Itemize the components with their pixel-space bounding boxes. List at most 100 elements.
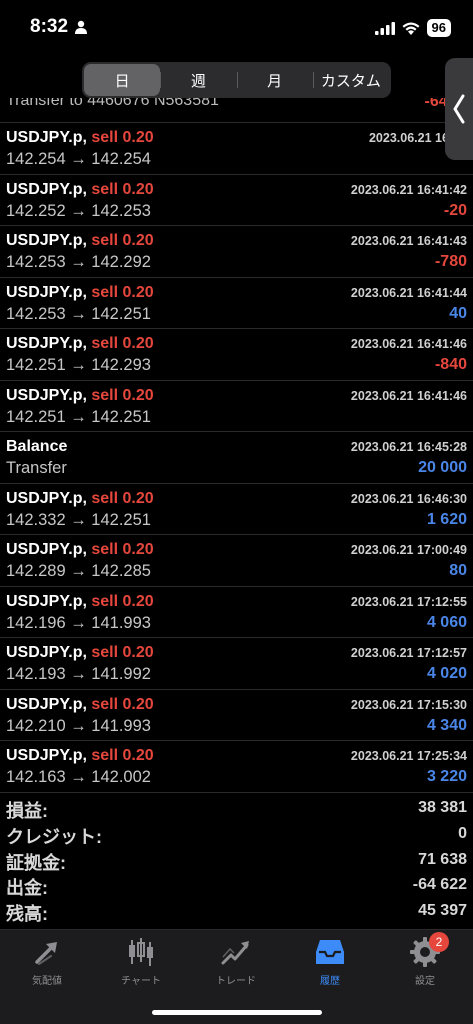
- status-time: 8:32: [30, 16, 69, 37]
- chevron-left-icon: [453, 94, 465, 124]
- row-prices: 142.289 → 142.285: [6, 562, 151, 580]
- trade-side: sell 0.20: [91, 489, 154, 507]
- trade-side: sell 0.20: [91, 335, 154, 352]
- trade-side: sell 0.20: [91, 129, 154, 146]
- list-item[interactable]: Balance 2023.06.21 16:45:28 Transfer 20 00…: [0, 432, 473, 484]
- row-symbol: USDJPY.p, sell 0.20: [6, 232, 154, 250]
- summary-balance: 残高: 45 397: [0, 899, 473, 925]
- symbol-label: USDJPY.p,: [6, 695, 87, 713]
- summary-credit: クレジット: 0: [0, 822, 473, 848]
- side-panel-toggle[interactable]: [445, 58, 473, 160]
- period-selector: 日 週 月 カスタム: [82, 62, 391, 98]
- trade-side: sell 0.20: [91, 180, 154, 198]
- account-summary: 損益: 38 381 クレジット: 0 証拠金: 71 638 出金: -64 …: [0, 796, 473, 925]
- row-timestamp: 2023.06.21 17:12:57: [350, 646, 467, 660]
- tab-week[interactable]: 週: [160, 64, 236, 96]
- tab-settings[interactable]: 2 設定: [378, 932, 472, 994]
- bottom-tab-bar: 気配値 チャート トレード 履歴 2 設定: [0, 929, 473, 1024]
- summary-profit: 損益: 38 381: [0, 796, 473, 822]
- symbol-label: USDJPY.p,: [6, 541, 87, 558]
- summary-withdrawal: 出金: -64 622: [0, 873, 473, 899]
- tab-quotes[interactable]: 気配値: [0, 936, 94, 994]
- tab-custom[interactable]: カスタム: [312, 64, 389, 96]
- tab-label: 履歴: [320, 976, 340, 987]
- list-item[interactable]: USDJPY.p, sell 0.20 2023.06.21 16:41:42 14…: [0, 175, 473, 226]
- summary-value: 45 397: [418, 902, 467, 920]
- list-item[interactable]: USDJPY.p, sell 0.20 2023.06.21 17:00:49 14…: [0, 535, 473, 587]
- list-item[interactable]: USDJPY.p, sell 0.20 2023.06.21 17:12:57 14…: [0, 638, 473, 690]
- tab-history[interactable]: 履歴: [283, 936, 377, 994]
- tab-trade[interactable]: トレード: [189, 936, 283, 994]
- tab-label: チャート: [121, 976, 161, 987]
- row-prices: 142.253 → 142.292: [6, 253, 151, 271]
- list-item[interactable]: USDJPY.p, sell 0.20 2023.06.21 16:41 142.2…: [0, 123, 473, 175]
- row-timestamp: 2023.06.21 16:41:46: [350, 388, 467, 403]
- row-timestamp: 2023.06.21 17:00:49: [350, 543, 467, 557]
- quotes-arrows-icon: [35, 942, 57, 965]
- candlestick-chart-icon: [129, 938, 153, 966]
- symbol-label: Balance: [6, 438, 68, 455]
- row-prices: 142.251 → 142.251: [6, 407, 151, 426]
- trade-side: sell 0.20: [91, 541, 154, 558]
- tab-chart[interactable]: チャート: [94, 936, 188, 994]
- row-timestamp: 2023.06.21 16:45:28: [350, 440, 467, 454]
- row-timestamp: 2023.06.21 17:15:30: [350, 697, 467, 712]
- row-profit: 1 620: [426, 510, 467, 528]
- summary-value: -64 622: [412, 876, 467, 894]
- row-symbol: Balance: [6, 438, 67, 456]
- row-profit: -20: [443, 201, 467, 219]
- symbol-label: USDJPY.p,: [6, 283, 87, 301]
- summary-label: 出金:: [6, 878, 48, 899]
- row-prices: 142.252 → 142.253: [6, 201, 151, 220]
- list-item[interactable]: USDJPY.p, sell 0.20 2023.06.21 16:41:46 14…: [0, 329, 473, 381]
- row-symbol: USDJPY.p, sell 0.20: [6, 490, 154, 508]
- row-profit: -780: [434, 253, 467, 270]
- row-prices: 142.196 → 141.993: [6, 613, 151, 632]
- wifi-icon: [402, 22, 420, 35]
- row-symbol: USDJPY.p, sell 0.20: [6, 696, 154, 714]
- row-profit: 80: [449, 562, 467, 579]
- list-item[interactable]: USDJPY.p, sell 0.20 2023.06.21 16:41:44 14…: [0, 278, 473, 329]
- tab-day[interactable]: 日: [84, 64, 161, 96]
- trade-line-icon: [221, 941, 249, 965]
- row-timestamp: 2023.06.21 16:41:46: [350, 337, 467, 351]
- tab-label: 設定: [415, 976, 435, 987]
- list-item-partial[interactable]: Transfer to 4460676 N563581 -64 6: [0, 98, 473, 123]
- row-symbol: USDJPY.p, sell 0.20: [6, 541, 154, 559]
- symbol-label: USDJPY.p,: [6, 129, 87, 146]
- row-prices: 142.332 → 142.251: [6, 510, 151, 529]
- row-profit: -840: [434, 356, 467, 373]
- trade-side: sell 0.20: [91, 386, 154, 404]
- row-prices: 142.251 → 142.293: [6, 356, 151, 374]
- person-icon: [75, 20, 87, 34]
- summary-value: 38 381: [418, 799, 467, 816]
- tab-label: 気配値: [32, 976, 62, 987]
- row-profit: 4 020: [426, 665, 467, 682]
- list-item[interactable]: USDJPY.p, sell 0.20 2023.06.21 17:25:34 14…: [0, 741, 473, 793]
- row-prices: 142.254 → 142.254: [6, 150, 151, 168]
- trade-side: sell 0.20: [91, 747, 154, 764]
- symbol-label: USDJPY.p,: [6, 180, 87, 198]
- home-indicator: [152, 1010, 322, 1015]
- status-bar: 8:32 96: [0, 0, 473, 56]
- list-item[interactable]: USDJPY.p, sell 0.20 2023.06.21 16:41:43 14…: [0, 226, 473, 278]
- symbol-label: USDJPY.p,: [6, 386, 87, 404]
- trade-side: sell 0.20: [91, 644, 154, 661]
- summary-label: 証拠金:: [6, 852, 66, 873]
- tab-month[interactable]: 月: [236, 64, 313, 96]
- row-symbol: USDJPY.p, sell 0.20: [6, 284, 154, 302]
- row-timestamp: 2023.06.21 17:12:55: [350, 594, 467, 609]
- row-symbol: USDJPY.p, sell 0.20: [6, 644, 154, 662]
- row-symbol: USDJPY.p, sell 0.20: [6, 387, 154, 405]
- list-item[interactable]: USDJPY.p, sell 0.20 2023.06.21 17:15:30 14…: [0, 690, 473, 741]
- signal-icon: [374, 21, 395, 35]
- list-item[interactable]: USDJPY.p, sell 0.20 2023.06.21 16:41:46 14…: [0, 381, 473, 432]
- row-timestamp: 2023.06.21 16:41:42: [350, 182, 467, 197]
- list-item[interactable]: USDJPY.p, sell 0.20 2023.06.21 17:12:55 14…: [0, 587, 473, 638]
- row-description: Transfer to 4460676 N563581: [6, 98, 219, 109]
- symbol-label: USDJPY.p,: [6, 489, 87, 507]
- row-profit: 3 220: [426, 768, 467, 785]
- list-item[interactable]: USDJPY.p, sell 0.20 2023.06.21 16:46:30 14…: [0, 484, 473, 535]
- row-profit: 4 060: [426, 613, 467, 631]
- trade-side: sell 0.20: [91, 695, 154, 713]
